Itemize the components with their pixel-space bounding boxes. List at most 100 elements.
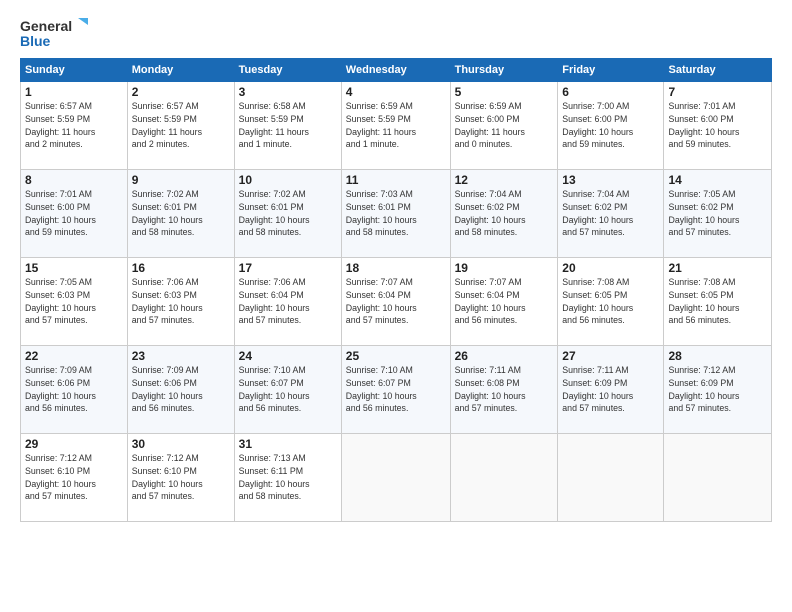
- sunrise-text: Sunrise: 7:03 AM: [346, 188, 446, 201]
- sunset-text: Sunset: 5:59 PM: [346, 113, 446, 126]
- sunrise-text: Sunrise: 7:02 AM: [239, 188, 337, 201]
- table-row: 24Sunrise: 7:10 AMSunset: 6:07 PMDayligh…: [234, 346, 341, 434]
- sunset-text: Sunset: 5:59 PM: [132, 113, 230, 126]
- day-info: Sunrise: 6:57 AMSunset: 5:59 PMDaylight:…: [132, 100, 230, 151]
- minutes-text: and 56 minutes.: [346, 402, 446, 415]
- sunrise-text: Sunrise: 7:10 AM: [239, 364, 337, 377]
- sunrise-text: Sunrise: 7:12 AM: [132, 452, 230, 465]
- daylight-text: Daylight: 11 hours: [346, 126, 446, 139]
- day-info: Sunrise: 7:05 AMSunset: 6:02 PMDaylight:…: [668, 188, 767, 239]
- col-thursday: Thursday: [450, 59, 558, 82]
- table-row: 5Sunrise: 6:59 AMSunset: 6:00 PMDaylight…: [450, 82, 558, 170]
- day-info: Sunrise: 6:59 AMSunset: 5:59 PMDaylight:…: [346, 100, 446, 151]
- daylight-text: Daylight: 11 hours: [132, 126, 230, 139]
- day-number: 9: [132, 173, 230, 187]
- daylight-text: Daylight: 11 hours: [25, 126, 123, 139]
- minutes-text: and 57 minutes.: [132, 314, 230, 327]
- day-info: Sunrise: 7:10 AMSunset: 6:07 PMDaylight:…: [346, 364, 446, 415]
- col-tuesday: Tuesday: [234, 59, 341, 82]
- sunrise-text: Sunrise: 7:02 AM: [132, 188, 230, 201]
- sunset-text: Sunset: 6:03 PM: [25, 289, 123, 302]
- sunrise-text: Sunrise: 7:11 AM: [562, 364, 659, 377]
- sunset-text: Sunset: 6:00 PM: [455, 113, 554, 126]
- calendar-week-row: 22Sunrise: 7:09 AMSunset: 6:06 PMDayligh…: [21, 346, 772, 434]
- daylight-text: Daylight: 10 hours: [25, 478, 123, 491]
- minutes-text: and 56 minutes.: [668, 314, 767, 327]
- sunrise-text: Sunrise: 7:07 AM: [346, 276, 446, 289]
- day-number: 14: [668, 173, 767, 187]
- day-info: Sunrise: 7:08 AMSunset: 6:05 PMDaylight:…: [668, 276, 767, 327]
- daylight-text: Daylight: 10 hours: [668, 302, 767, 315]
- col-saturday: Saturday: [664, 59, 772, 82]
- sunset-text: Sunset: 6:06 PM: [132, 377, 230, 390]
- day-number: 6: [562, 85, 659, 99]
- day-number: 29: [25, 437, 123, 451]
- day-number: 7: [668, 85, 767, 99]
- sunset-text: Sunset: 6:01 PM: [239, 201, 337, 214]
- day-number: 4: [346, 85, 446, 99]
- table-row: [558, 434, 664, 522]
- minutes-text: and 2 minutes.: [25, 138, 123, 151]
- sunset-text: Sunset: 6:03 PM: [132, 289, 230, 302]
- daylight-text: Daylight: 10 hours: [132, 478, 230, 491]
- day-info: Sunrise: 7:00 AMSunset: 6:00 PMDaylight:…: [562, 100, 659, 151]
- table-row: 19Sunrise: 7:07 AMSunset: 6:04 PMDayligh…: [450, 258, 558, 346]
- day-number: 16: [132, 261, 230, 275]
- table-row: 4Sunrise: 6:59 AMSunset: 5:59 PMDaylight…: [341, 82, 450, 170]
- minutes-text: and 56 minutes.: [132, 402, 230, 415]
- sunset-text: Sunset: 6:00 PM: [668, 113, 767, 126]
- day-info: Sunrise: 7:12 AMSunset: 6:09 PMDaylight:…: [668, 364, 767, 415]
- table-row: [341, 434, 450, 522]
- sunrise-text: Sunrise: 7:06 AM: [239, 276, 337, 289]
- daylight-text: Daylight: 10 hours: [562, 214, 659, 227]
- minutes-text: and 58 minutes.: [455, 226, 554, 239]
- col-wednesday: Wednesday: [341, 59, 450, 82]
- daylight-text: Daylight: 10 hours: [25, 390, 123, 403]
- minutes-text: and 56 minutes.: [25, 402, 123, 415]
- sunset-text: Sunset: 6:01 PM: [346, 201, 446, 214]
- sunset-text: Sunset: 6:02 PM: [455, 201, 554, 214]
- day-info: Sunrise: 7:11 AMSunset: 6:08 PMDaylight:…: [455, 364, 554, 415]
- day-info: Sunrise: 7:13 AMSunset: 6:11 PMDaylight:…: [239, 452, 337, 503]
- day-info: Sunrise: 7:11 AMSunset: 6:09 PMDaylight:…: [562, 364, 659, 415]
- day-info: Sunrise: 6:58 AMSunset: 5:59 PMDaylight:…: [239, 100, 337, 151]
- sunrise-text: Sunrise: 7:06 AM: [132, 276, 230, 289]
- col-friday: Friday: [558, 59, 664, 82]
- sunset-text: Sunset: 6:04 PM: [455, 289, 554, 302]
- minutes-text: and 57 minutes.: [25, 314, 123, 327]
- sunrise-text: Sunrise: 7:13 AM: [239, 452, 337, 465]
- sunset-text: Sunset: 5:59 PM: [25, 113, 123, 126]
- sunrise-text: Sunrise: 7:05 AM: [25, 276, 123, 289]
- table-row: 27Sunrise: 7:11 AMSunset: 6:09 PMDayligh…: [558, 346, 664, 434]
- daylight-text: Daylight: 10 hours: [346, 302, 446, 315]
- daylight-text: Daylight: 10 hours: [668, 126, 767, 139]
- day-number: 2: [132, 85, 230, 99]
- table-row: [450, 434, 558, 522]
- sunset-text: Sunset: 6:04 PM: [346, 289, 446, 302]
- minutes-text: and 1 minute.: [346, 138, 446, 151]
- daylight-text: Daylight: 10 hours: [25, 302, 123, 315]
- day-info: Sunrise: 7:01 AMSunset: 6:00 PMDaylight:…: [668, 100, 767, 151]
- svg-text:General: General: [20, 18, 72, 34]
- sunset-text: Sunset: 6:04 PM: [239, 289, 337, 302]
- sunset-text: Sunset: 6:00 PM: [562, 113, 659, 126]
- table-row: 1Sunrise: 6:57 AMSunset: 5:59 PMDaylight…: [21, 82, 128, 170]
- sunset-text: Sunset: 6:09 PM: [668, 377, 767, 390]
- table-row: 29Sunrise: 7:12 AMSunset: 6:10 PMDayligh…: [21, 434, 128, 522]
- calendar-page: General Blue Sunday Monday Tuesday Wedne…: [0, 0, 792, 612]
- sunset-text: Sunset: 6:11 PM: [239, 465, 337, 478]
- day-info: Sunrise: 7:10 AMSunset: 6:07 PMDaylight:…: [239, 364, 337, 415]
- daylight-text: Daylight: 10 hours: [132, 390, 230, 403]
- minutes-text: and 1 minute.: [239, 138, 337, 151]
- day-number: 21: [668, 261, 767, 275]
- sunrise-text: Sunrise: 6:58 AM: [239, 100, 337, 113]
- day-number: 3: [239, 85, 337, 99]
- daylight-text: Daylight: 10 hours: [239, 302, 337, 315]
- calendar-week-row: 15Sunrise: 7:05 AMSunset: 6:03 PMDayligh…: [21, 258, 772, 346]
- day-info: Sunrise: 7:03 AMSunset: 6:01 PMDaylight:…: [346, 188, 446, 239]
- sunrise-text: Sunrise: 7:12 AM: [25, 452, 123, 465]
- minutes-text: and 56 minutes.: [239, 402, 337, 415]
- minutes-text: and 58 minutes.: [239, 490, 337, 503]
- daylight-text: Daylight: 10 hours: [668, 214, 767, 227]
- daylight-text: Daylight: 10 hours: [132, 214, 230, 227]
